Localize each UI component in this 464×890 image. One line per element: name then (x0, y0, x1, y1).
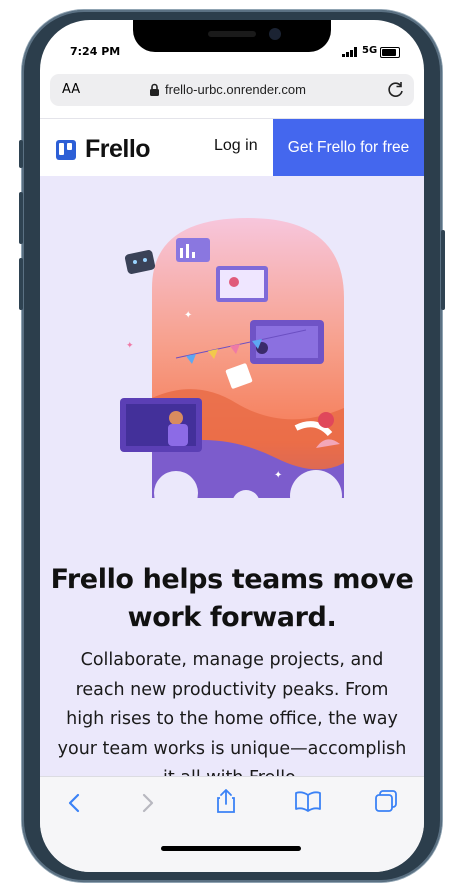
headline-line: Frello helps teams move (50, 564, 414, 595)
login-link[interactable]: Log in (214, 137, 258, 155)
power-button (441, 230, 445, 310)
mute-switch (19, 140, 23, 168)
hero-section: ✦ ✦ ✦ Frello helps teams move work forwa… (40, 176, 424, 788)
subtitle-line: high rises to the home office, the way (66, 709, 398, 729)
bookmarks-icon[interactable] (294, 789, 322, 813)
home-indicator[interactable] (161, 846, 301, 851)
subtitle-line: your team works is unique—accomplish (57, 738, 407, 759)
volume-up-button (19, 192, 23, 244)
lock-icon (150, 83, 159, 96)
share-icon[interactable] (214, 787, 238, 815)
camera (269, 28, 281, 40)
network-label: 5G (362, 45, 378, 56)
svg-text:✦: ✦ (274, 470, 282, 481)
headline-line: work forward. (127, 602, 337, 633)
tabs-icon[interactable] (374, 789, 400, 813)
battery-icon (380, 47, 400, 58)
svg-text:✦: ✦ (126, 341, 134, 351)
safari-toolbar (40, 776, 424, 872)
site-header: Frello Log in Get Frello for free (40, 118, 424, 177)
hero-headline: Frello helps teams move work forward. (40, 561, 424, 637)
subtitle-line: reach new productivity peaks. From (75, 679, 389, 700)
get-frello-button[interactable]: Get Frello for free (273, 119, 424, 177)
forward-icon[interactable] (138, 791, 158, 815)
address-bar[interactable]: AA frello-urbc.onrender.com (50, 74, 414, 106)
reader-aa-button[interactable]: AA (62, 82, 80, 97)
url-text[interactable]: frello-urbc.onrender.com (165, 82, 306, 97)
hero-illustration: ✦ ✦ ✦ (120, 218, 344, 508)
svg-text:✦: ✦ (184, 310, 192, 321)
notch (133, 20, 331, 52)
speaker (208, 31, 256, 37)
phone-screen: 7:24 PM 5G AA frello-urbc.onrender.com F… (40, 20, 424, 872)
reload-icon[interactable] (386, 80, 406, 100)
back-icon[interactable] (64, 791, 84, 815)
signal-icon (342, 47, 357, 57)
subtitle-line: Collaborate, manage projects, and (80, 650, 384, 670)
frello-logo-icon (56, 139, 76, 160)
volume-down-button (19, 258, 23, 310)
hero-subtitle: Collaborate, manage projects, and reach … (48, 646, 416, 794)
frello-logo[interactable]: Frello (56, 135, 151, 164)
status-time: 7:24 PM (70, 45, 121, 58)
brand-name: Frello (85, 135, 151, 163)
